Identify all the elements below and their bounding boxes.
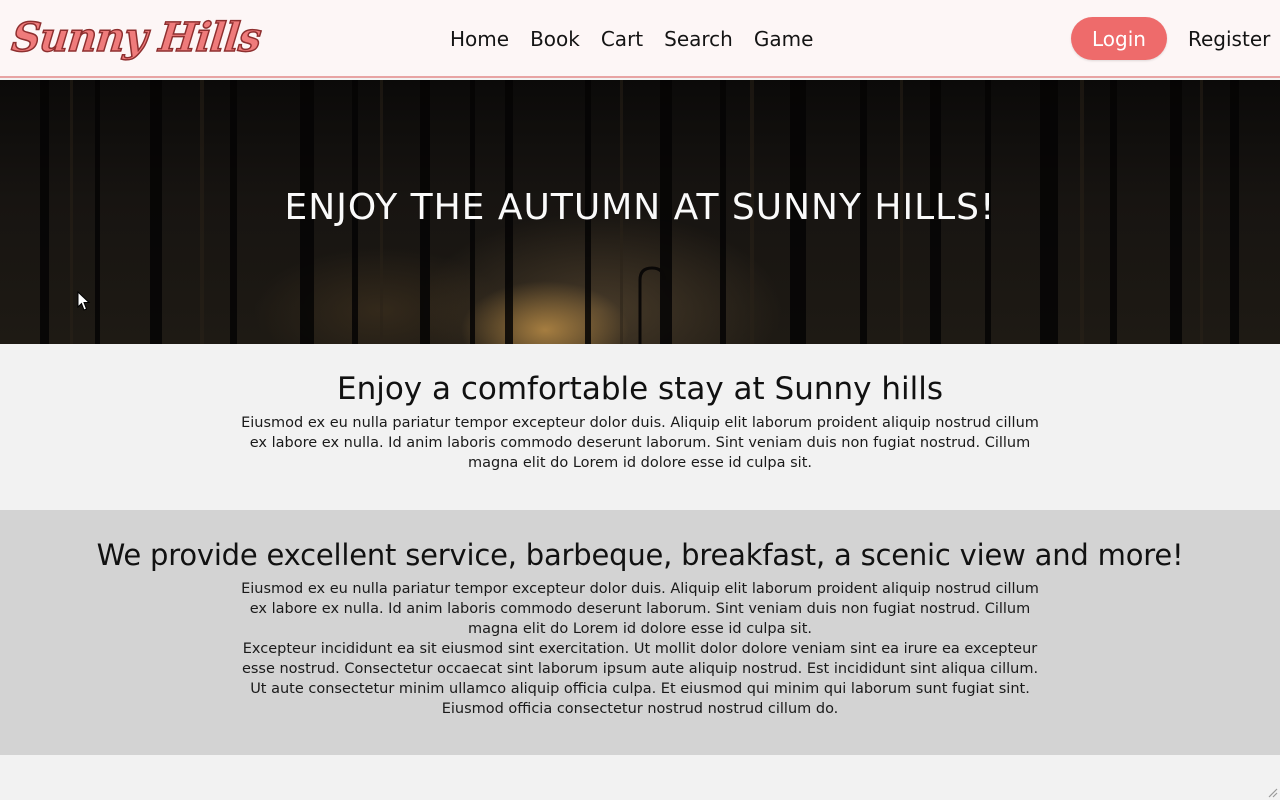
section-heading: Enjoy a comfortable stay at Sunny hills: [336, 371, 944, 407]
nav-link-search[interactable]: Search: [664, 26, 733, 52]
main-nav: Home Book Cart Search Game: [450, 26, 813, 52]
comfort-section: Enjoy a comfortable stay at Sunny hills …: [0, 344, 1280, 510]
section-paragraph: Eiusmod ex eu nulla pariatur tempor exce…: [241, 581, 1039, 637]
register-link[interactable]: Register: [1188, 26, 1270, 52]
resize-grip-icon[interactable]: [1266, 786, 1278, 798]
mouse-pointer-icon: [77, 291, 91, 311]
nav-link-home[interactable]: Home: [450, 26, 509, 52]
nav-link-game[interactable]: Game: [754, 26, 814, 52]
nav-link-cart[interactable]: Cart: [601, 26, 643, 52]
navbar: Sunny Hills Home Book Cart Search Game L…: [0, 0, 1280, 78]
services-section: We provide excellent service, barbeque, …: [0, 510, 1280, 755]
hero-banner: ENJOY THE AUTUMN AT SUNNY HILLS!: [0, 80, 1280, 344]
hero-title: ENJOY THE AUTUMN AT SUNNY HILLS!: [284, 187, 996, 228]
page-footer-area: [0, 755, 1280, 800]
section-paragraph: Excepteur incididunt ea sit eiusmod sint…: [241, 641, 1039, 717]
section-paragraph: Eiusmod ex eu nulla pariatur tempor exce…: [241, 415, 1039, 471]
nav-link-book[interactable]: Book: [530, 26, 580, 52]
section-heading: We provide excellent service, barbeque, …: [96, 538, 1184, 572]
login-button[interactable]: Login: [1071, 17, 1167, 60]
site-logo[interactable]: Sunny Hills: [9, 10, 264, 66]
